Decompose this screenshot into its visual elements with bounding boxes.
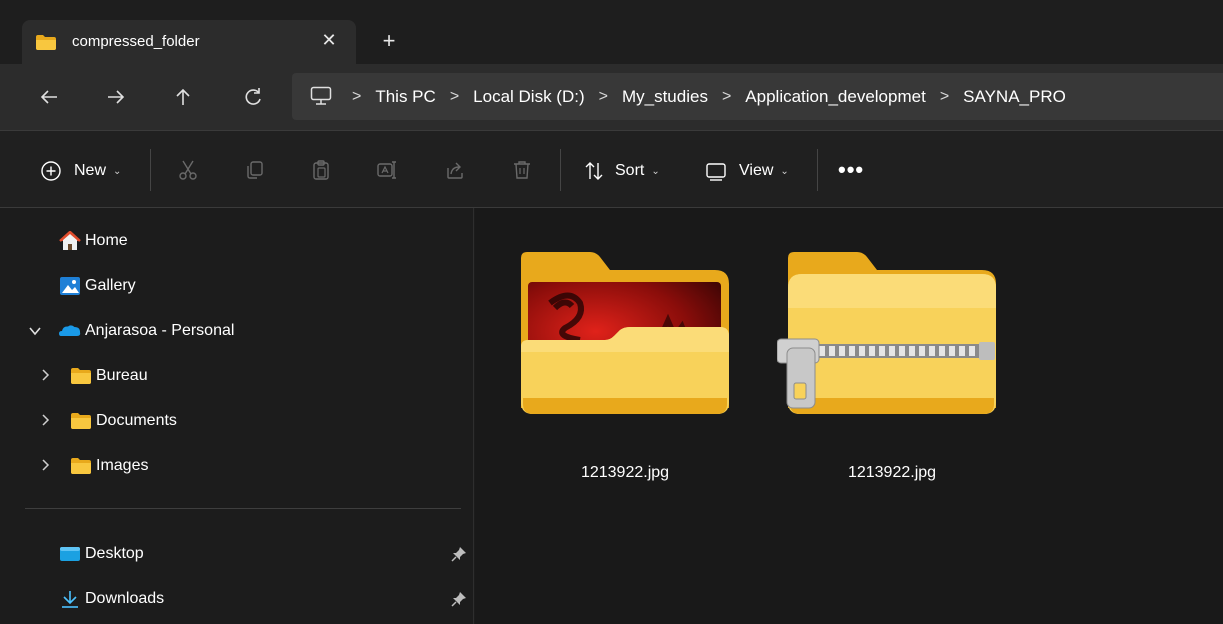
folder-icon: [70, 456, 92, 476]
up-arrow-icon[interactable]: [172, 86, 196, 110]
copy-icon[interactable]: [244, 159, 266, 181]
sidebar-item-label: Home: [85, 232, 128, 249]
sidebar-item-downloads[interactable]: Downloads: [59, 586, 164, 612]
new-button-label: New: [74, 162, 107, 179]
breadcrumb-local-disk[interactable]: Local Disk (D:): [473, 87, 584, 107]
sidebar-item-onedrive[interactable]: Anjarasoa - Personal: [59, 318, 234, 344]
command-bar: New ⌄ Sort ⌄ View ⌄ •••: [0, 130, 1223, 208]
folder-icon: [70, 411, 92, 431]
toolbar-divider: [817, 149, 818, 191]
breadcrumb-separator[interactable]: >: [352, 88, 361, 106]
sidebar-item-label: Anjarasoa - Personal: [85, 322, 235, 339]
sort-button[interactable]: Sort ⌄: [583, 160, 660, 182]
folder-icon: [36, 35, 56, 50]
refresh-icon[interactable]: [242, 86, 266, 110]
sidebar-item-documents[interactable]: Documents: [70, 408, 177, 434]
chevron-right-icon[interactable]: [38, 413, 52, 427]
view-button-label: View: [739, 162, 774, 179]
chevron-down-icon: ⌄: [651, 165, 660, 177]
onedrive-cloud-icon: [59, 321, 81, 341]
chevron-down-icon: ⌄: [113, 165, 122, 177]
sidebar-item-home[interactable]: Home: [59, 228, 128, 254]
desktop-icon: [59, 544, 81, 564]
file-name: 1213922.jpg: [847, 464, 937, 481]
breadcrumb-sayna-pro[interactable]: SAYNA_PRO: [963, 87, 1066, 107]
sidebar-item-label: Gallery: [85, 277, 136, 294]
breadcrumb-separator[interactable]: >: [940, 88, 949, 106]
breadcrumb-separator[interactable]: >: [450, 88, 459, 106]
sidebar-item-bureau[interactable]: Bureau: [70, 363, 148, 389]
sidebar-item-gallery[interactable]: Gallery: [59, 273, 136, 299]
this-pc-icon[interactable]: [310, 86, 332, 106]
forward-arrow-icon[interactable]: [105, 86, 129, 110]
sidebar-item-label: Bureau: [96, 367, 148, 384]
sidebar-item-desktop[interactable]: Desktop: [59, 541, 144, 567]
share-icon[interactable]: [444, 159, 466, 181]
view-button[interactable]: View ⌄: [705, 160, 789, 182]
more-options-icon[interactable]: •••: [838, 157, 864, 183]
new-button[interactable]: New ⌄: [40, 160, 121, 182]
sort-button-label: Sort: [615, 162, 645, 179]
folder-icon: [70, 366, 92, 386]
chevron-right-icon[interactable]: [38, 458, 52, 472]
new-tab-icon[interactable]: +: [377, 30, 401, 54]
rename-icon[interactable]: [376, 159, 398, 181]
navigation-row: > This PC > Local Disk (D:) > My_studies…: [0, 64, 1223, 130]
sidebar-item-label: Desktop: [85, 545, 144, 562]
file-item[interactable]: 1213922.jpg: [510, 248, 740, 498]
sidebar-item-label: Downloads: [85, 590, 165, 607]
chevron-down-icon[interactable]: [28, 324, 42, 338]
sidebar-item-label: Documents: [96, 412, 177, 429]
breadcrumb-my-studies[interactable]: My_studies: [622, 87, 708, 107]
home-icon: [59, 230, 81, 251]
chevron-down-icon: ⌄: [780, 165, 789, 177]
breadcrumb: > This PC > Local Disk (D:) > My_studies…: [348, 87, 1066, 107]
toolbar-divider: [560, 149, 561, 191]
breadcrumb-separator[interactable]: >: [599, 88, 608, 106]
paste-icon[interactable]: [310, 159, 332, 181]
sort-arrows-icon: [583, 160, 605, 182]
pin-icon[interactable]: [451, 546, 467, 562]
plus-circle-icon: [40, 160, 62, 182]
sidebar-item-label: Images: [96, 457, 149, 474]
cut-icon[interactable]: [177, 159, 199, 181]
chevron-right-icon[interactable]: [38, 368, 52, 382]
toolbar-divider: [150, 149, 151, 191]
download-icon: [59, 589, 81, 609]
navigation-pane: Home Gallery Anjarasoa - Personal Bureau…: [0, 208, 474, 624]
tab-title: compressed_folder: [72, 33, 200, 50]
address-bar[interactable]: > This PC > Local Disk (D:) > My_studies…: [292, 73, 1223, 120]
sidebar-item-images[interactable]: Images: [70, 453, 148, 479]
file-item[interactable]: 1213922.jpg: [776, 248, 1007, 498]
tab-compressed-folder[interactable]: compressed_folder ✕: [22, 20, 356, 64]
tab-bar: compressed_folder ✕ +: [0, 0, 1223, 64]
delete-icon[interactable]: [511, 159, 533, 181]
sidebar-divider: [25, 508, 461, 509]
back-arrow-icon[interactable]: [38, 86, 62, 110]
gallery-icon: [59, 276, 81, 296]
zip-folder-icon: [776, 248, 1007, 438]
pin-icon[interactable]: [451, 591, 467, 607]
file-name: 1213922.jpg: [580, 464, 670, 481]
breadcrumb-this-pc[interactable]: This PC: [375, 87, 435, 107]
file-list: 1213922.jpg 1213922.jpg: [475, 208, 1223, 624]
folder-with-image-thumbnail-icon: [510, 248, 740, 438]
view-layout-icon: [705, 160, 727, 182]
breadcrumb-separator[interactable]: >: [722, 88, 731, 106]
close-tab-icon[interactable]: ✕: [319, 30, 339, 50]
breadcrumb-application-development[interactable]: Application_developmet: [745, 87, 926, 107]
